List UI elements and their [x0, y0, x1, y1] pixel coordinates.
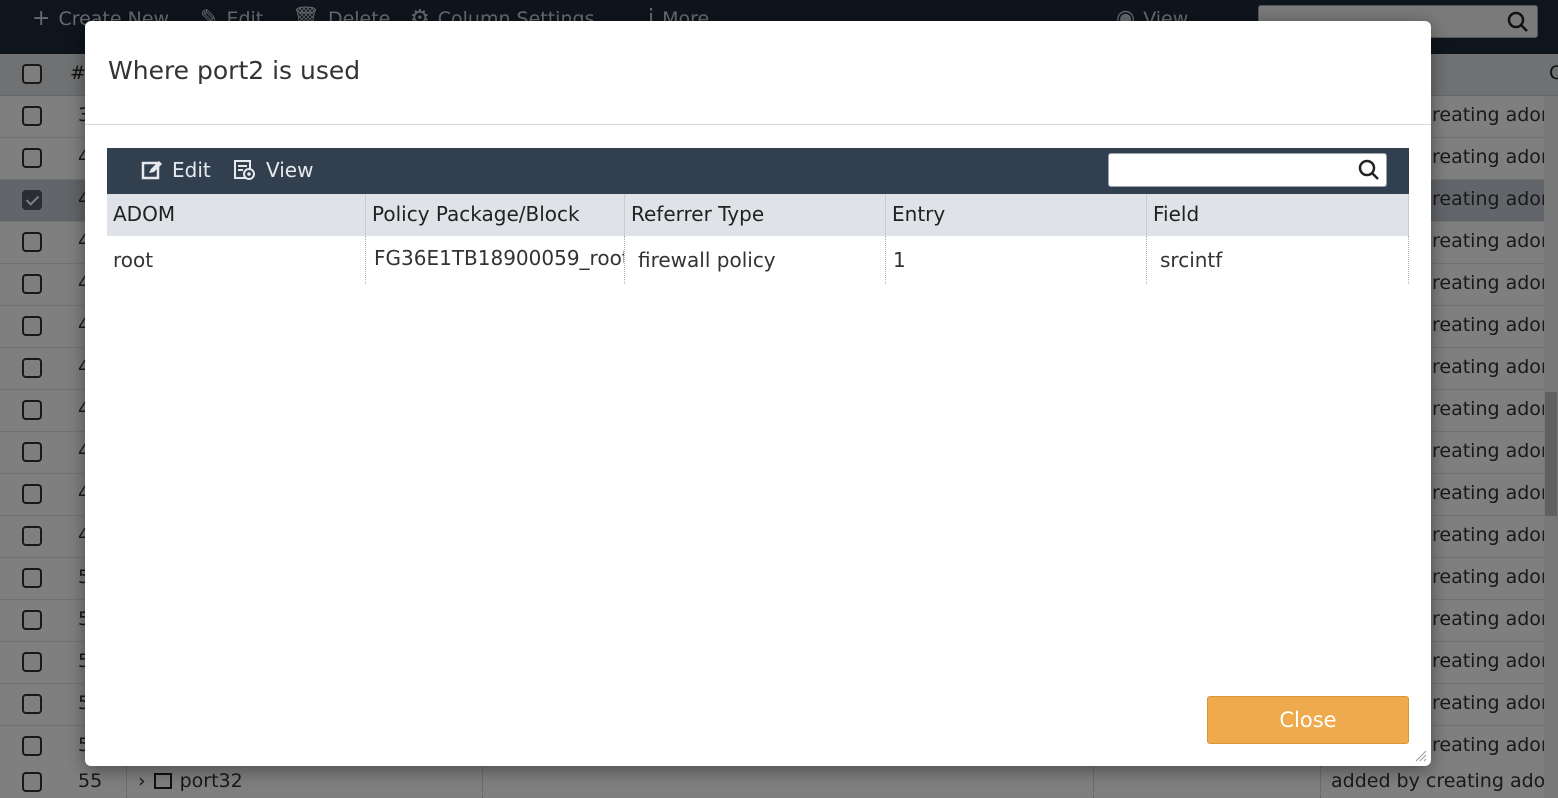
cell-field: srcintf [1147, 236, 1409, 284]
search-input[interactable] [1115, 158, 1347, 182]
cell-policy-package: FG36E1TB18900059_root [366, 236, 625, 284]
table-row[interactable]: root FG36E1TB18900059_root firewall poli… [107, 236, 1409, 284]
cell-entry: 1 [886, 236, 1147, 284]
dialog-title: Where port2 is used [108, 56, 361, 85]
grid-toolbar: Edit View [107, 148, 1409, 194]
resize-grip-icon[interactable] [1415, 750, 1427, 762]
divider [85, 124, 1431, 125]
column-header-referrer-type[interactable]: Referrer Type [625, 194, 886, 236]
column-header-field[interactable]: Field [1147, 194, 1409, 236]
view-button[interactable]: View [233, 158, 313, 182]
cell-adom: root [107, 236, 366, 284]
grid-search-field[interactable] [1108, 153, 1387, 187]
search-icon[interactable] [1358, 159, 1380, 181]
column-header-adom[interactable]: ADOM [107, 194, 366, 236]
edit-icon [141, 161, 162, 180]
where-used-dialog: Where port2 is used Edit View ADOM Polic… [85, 21, 1431, 766]
edit-button[interactable]: Edit [141, 158, 211, 182]
grid-header: ADOM Policy Package/Block Referrer Type … [107, 194, 1409, 236]
column-header-entry[interactable]: Entry [886, 194, 1147, 236]
cell-referrer-type: firewall policy [625, 236, 886, 284]
view-icon [234, 160, 255, 180]
column-header-policy-package[interactable]: Policy Package/Block [366, 194, 625, 236]
close-button[interactable]: Close [1207, 696, 1409, 744]
